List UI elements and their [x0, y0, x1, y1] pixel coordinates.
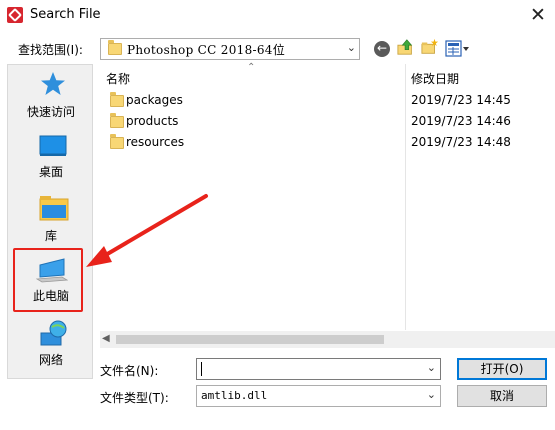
back-icon[interactable]: ←: [374, 41, 390, 57]
cancel-button[interactable]: 取消: [457, 385, 547, 407]
scroll-left-icon[interactable]: ◀: [102, 333, 110, 344]
sidebar-item-library[interactable]: 库: [12, 195, 90, 245]
sidebar-item-quick-access[interactable]: 快速访问: [12, 71, 90, 123]
sidebar-item-label: 网络: [38, 353, 63, 367]
file-date: 2019/7/23 14:46: [411, 114, 511, 128]
file-name: resources: [126, 135, 185, 149]
title-bar: Search File ✕: [0, 0, 555, 30]
folder-icon: [110, 113, 124, 128]
app-logo-icon: [7, 7, 23, 23]
filename-label: 文件名(N):: [100, 364, 159, 378]
new-folder-icon[interactable]: [421, 38, 439, 56]
file-list: ⌃ 名称 修改日期 packages 2019/7/23 14:45 produ…: [100, 62, 555, 349]
sidebar-item-label: 快速访问: [26, 105, 75, 119]
filetype-value: amtlib.dll: [201, 389, 268, 402]
look-in-dropdown[interactable]: Photoshop CC 2018-64位 ⌄: [100, 38, 360, 60]
chevron-down-icon[interactable]: ⌄: [427, 361, 436, 374]
sort-caret-icon: ⌃: [247, 62, 256, 73]
scrollbar-thumb[interactable]: [116, 335, 384, 344]
view-menu-icon[interactable]: [445, 40, 471, 58]
file-row[interactable]: resources 2019/7/23 14:48: [100, 132, 555, 153]
file-name: packages: [126, 93, 183, 107]
column-header-date[interactable]: 修改日期: [411, 70, 459, 87]
look-in-value: Photoshop CC 2018-64位: [127, 43, 286, 57]
sidebar-item-desktop[interactable]: 桌面: [12, 133, 90, 183]
chevron-down-icon: ⌄: [426, 388, 436, 401]
up-folder-icon[interactable]: [397, 38, 415, 56]
chevron-down-icon: ⌄: [346, 41, 356, 54]
sidebar-item-label: 库: [44, 229, 57, 243]
open-button[interactable]: 打开(O): [457, 358, 547, 380]
file-date: 2019/7/23 14:45: [411, 93, 511, 107]
look-in-label: 查找范围(I):: [18, 43, 83, 57]
places-sidebar: 快速访问 桌面 库 此电脑 网络: [7, 64, 93, 379]
filetype-label: 文件类型(T):: [100, 391, 169, 405]
filetype-dropdown[interactable]: amtlib.dll ⌄: [196, 385, 441, 407]
star-icon: [41, 72, 65, 95]
window-title: Search File: [30, 7, 101, 22]
close-button[interactable]: ✕: [523, 2, 553, 28]
network-icon: [40, 320, 67, 346]
library-icon: [39, 196, 69, 221]
sidebar-item-network[interactable]: 网络: [12, 317, 90, 369]
text-caret: [201, 362, 202, 376]
file-date: 2019/7/23 14:48: [411, 135, 511, 149]
annotation-highlight-box: [13, 248, 83, 312]
desktop-icon: [39, 135, 67, 156]
column-header-name[interactable]: 名称: [106, 70, 130, 87]
file-row[interactable]: packages 2019/7/23 14:45: [100, 90, 555, 111]
horizontal-scrollbar[interactable]: ◀: [100, 331, 555, 348]
file-name: products: [126, 114, 179, 128]
folder-icon: [110, 92, 124, 107]
folder-icon: [110, 134, 124, 149]
filename-input[interactable]: ⌄: [196, 358, 441, 380]
folder-icon: [108, 40, 122, 55]
sidebar-item-label: 桌面: [38, 165, 63, 179]
file-row[interactable]: products 2019/7/23 14:46: [100, 111, 555, 132]
